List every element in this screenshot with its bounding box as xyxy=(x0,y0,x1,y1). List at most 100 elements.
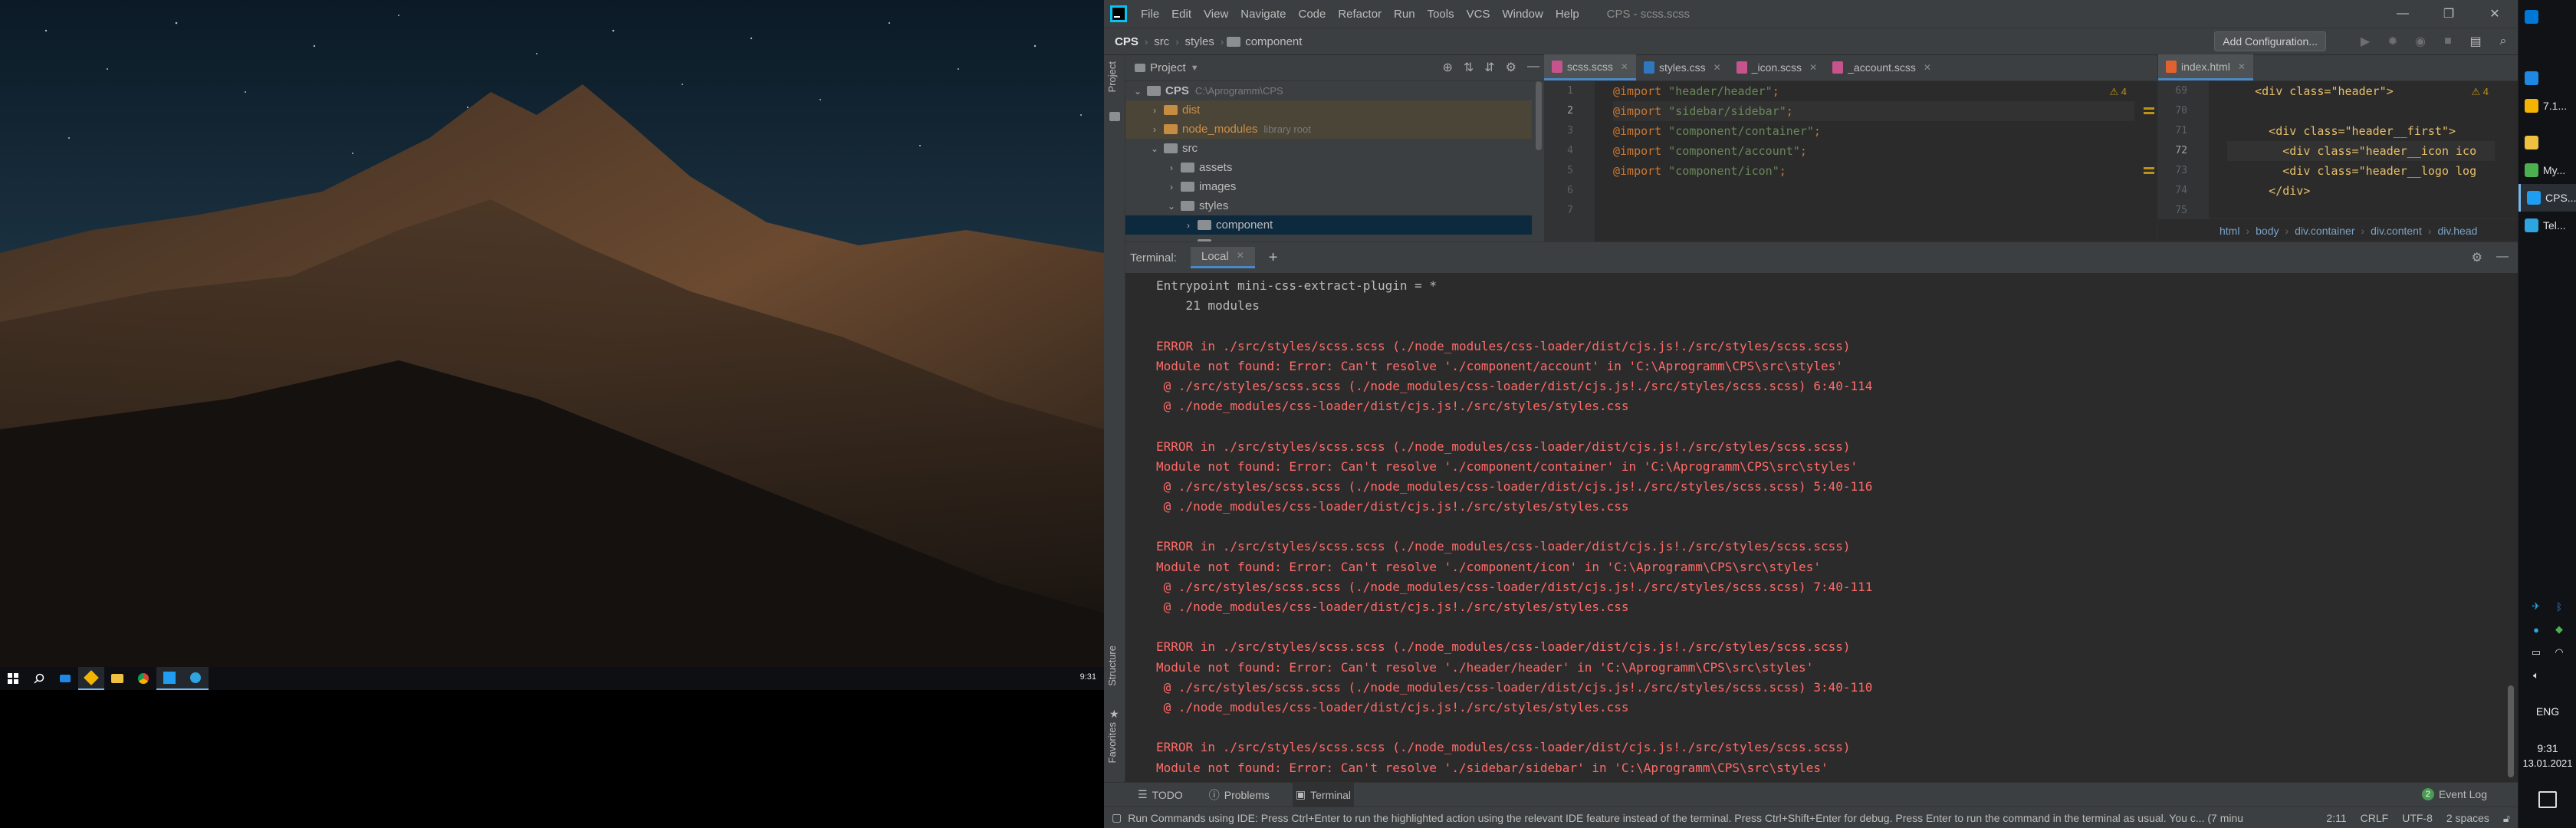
debug-icon[interactable]: ✹ xyxy=(2384,33,2401,50)
close-icon[interactable]: ✕ xyxy=(2472,0,2518,28)
menu-run[interactable]: Run xyxy=(1388,8,1421,21)
breadcrumb-component[interactable]: component xyxy=(1245,35,1308,48)
battery-icon[interactable]: ▭ xyxy=(2528,644,2545,661)
telegram-tray-icon[interactable]: ✈ xyxy=(2528,598,2545,615)
tree-item[interactable]: › dist xyxy=(1125,100,1532,120)
editor-scrollbar[interactable] xyxy=(2144,81,2157,242)
menu-navigate[interactable]: Navigate xyxy=(1234,8,1292,21)
tab-icon-scss[interactable]: _icon.scss ✕ xyxy=(1729,54,1825,80)
menu-edit[interactable]: Edit xyxy=(1165,8,1198,21)
code-line[interactable]: <div class="header__logo log xyxy=(2227,161,2495,181)
tree-item[interactable]: › images xyxy=(1125,177,1532,196)
taskbar-app-button[interactable] xyxy=(2518,64,2576,92)
code-line[interactable] xyxy=(1613,181,2134,201)
warning-marker[interactable] xyxy=(2144,172,2154,174)
menu-code[interactable]: Code xyxy=(1292,8,1332,21)
ide-search-icon[interactable]: ⌕ xyxy=(2495,33,2512,50)
tab-styles-css[interactable]: styles.css ✕ xyxy=(1636,54,1729,80)
breadcrumb-src[interactable]: src xyxy=(1148,35,1175,48)
chevron-right-icon[interactable]: › xyxy=(1165,182,1178,192)
code-line[interactable]: @import "sidebar/sidebar"; xyxy=(1613,101,2134,121)
add-configuration-button[interactable]: Add Configuration... xyxy=(2214,31,2326,51)
taskbar-app-button[interactable]: My... xyxy=(2518,156,2576,184)
settings-gear-icon[interactable]: ⚙ xyxy=(2472,250,2482,265)
chevron-down-icon[interactable]: ⌄ xyxy=(1165,201,1178,212)
clock-time[interactable]: 9:31 xyxy=(2518,742,2576,754)
project-tool-tab[interactable]: Project xyxy=(1106,61,1118,92)
code-lines[interactable]: <div class="header"> <div class="header_… xyxy=(2227,81,2495,221)
event-log-button[interactable]: 2 Event Log xyxy=(2421,788,2487,800)
telegram-icon[interactable] xyxy=(182,667,209,690)
terminal-output[interactable]: Entrypoint mini-css-extract-plugin = * 2… xyxy=(1125,273,2504,782)
tree-item[interactable]: › xyxy=(1125,235,1532,242)
bluetooth-icon[interactable]: ᛒ xyxy=(2551,598,2568,615)
warning-marker[interactable] xyxy=(2144,107,2154,110)
terminal-scrollbar[interactable] xyxy=(2504,273,2518,782)
tree-item[interactable]: › component xyxy=(1125,215,1532,235)
close-tab-icon[interactable]: ✕ xyxy=(1809,62,1817,73)
project-panel-title[interactable]: Project xyxy=(1150,61,1186,74)
lock-icon[interactable]: 🔓︎ xyxy=(2503,812,2510,825)
tab-account-scss[interactable]: _account.scss ✕ xyxy=(1825,54,1939,80)
input-language[interactable]: ENG xyxy=(2518,705,2576,718)
status-message[interactable]: Run Commands using IDE: Press Ctrl+Enter… xyxy=(1128,812,2301,824)
html-crumb[interactable]: body xyxy=(2256,225,2279,237)
menu-tools[interactable]: Tools xyxy=(1421,8,1460,21)
tree-item[interactable]: ⌄ src xyxy=(1125,139,1532,158)
chevron-right-icon[interactable]: › xyxy=(1182,220,1194,231)
favorites-tool-tab[interactable]: Favorites xyxy=(1106,722,1118,763)
shield-icon[interactable]: ◆ xyxy=(2551,621,2568,638)
menu-refactor[interactable]: Refactor xyxy=(1332,8,1388,21)
html-crumb[interactable]: div.head xyxy=(2438,225,2478,237)
explorer-icon[interactable] xyxy=(104,667,130,690)
status-panel-icon[interactable]: ▢ xyxy=(1112,811,1122,824)
close-tab-icon[interactable]: ✕ xyxy=(1714,62,1721,73)
code-line[interactable]: <div class="header__icon ico xyxy=(2227,141,2495,161)
app-tray-icon[interactable]: ● xyxy=(2528,621,2545,638)
tab-index-html[interactable]: index.html ✕ xyxy=(2158,54,2253,80)
restore-icon[interactable]: ❐ xyxy=(2426,0,2472,28)
chevron-down-icon[interactable]: ⌄ xyxy=(1132,86,1144,97)
warning-count[interactable]: ⚠ 4 xyxy=(2110,86,2128,98)
notification-center-icon[interactable] xyxy=(2538,791,2557,808)
project-tree-scrollbar[interactable] xyxy=(1533,81,1544,242)
tree-item[interactable]: ⌄ styles xyxy=(1125,196,1532,215)
code-lines[interactable]: @import "header/header"; @import "sidebar… xyxy=(1613,81,2134,221)
html-crumb[interactable]: html xyxy=(2220,225,2239,237)
mail-icon[interactable] xyxy=(52,667,78,690)
expand-all-icon[interactable]: ⇅ xyxy=(1464,60,1474,75)
settings-gear-icon[interactable]: ⚙ xyxy=(1506,60,1516,75)
editor-scrollbar[interactable] xyxy=(2505,81,2518,219)
code-line[interactable] xyxy=(1613,201,2134,221)
menu-window[interactable]: Window xyxy=(1496,8,1549,21)
ide-icon[interactable] xyxy=(156,667,182,690)
close-tab-icon[interactable]: ✕ xyxy=(1621,61,1628,72)
warning-marker[interactable] xyxy=(2144,167,2154,169)
close-tab-icon[interactable]: ✕ xyxy=(1237,250,1244,263)
menu-file[interactable]: File xyxy=(1135,8,1165,21)
html-crumb[interactable]: div.content xyxy=(2371,225,2422,237)
jetbrains-icon[interactable] xyxy=(78,667,104,690)
chevron-down-icon[interactable]: ⌄ xyxy=(1148,143,1161,154)
taskbar-app-button[interactable]: CPS... xyxy=(2518,184,2576,212)
breadcrumb-styles[interactable]: styles xyxy=(1179,35,1221,48)
html-code-area[interactable]: 69 70 71 72 73 74 75 <div class="header"> <div… xyxy=(2158,81,2518,219)
tree-item[interactable]: › node_modules library root xyxy=(1125,120,1532,139)
wifi-icon[interactable]: ◠ xyxy=(2551,644,2568,661)
menu-view[interactable]: View xyxy=(1198,8,1234,21)
file-encoding[interactable]: UTF-8 xyxy=(2402,812,2433,825)
collapse-all-icon[interactable]: ⇵ xyxy=(1484,60,1494,75)
menu-vcs[interactable]: VCS xyxy=(1460,8,1497,21)
html-crumb[interactable]: div.container xyxy=(2295,225,2354,237)
problems-tool-button[interactable]: ⓘ Problems xyxy=(1206,783,1273,807)
indent-setting[interactable]: 2 spaces xyxy=(2446,812,2489,825)
warning-count[interactable]: ⚠ 4 xyxy=(2472,86,2489,98)
chevron-right-icon[interactable]: › xyxy=(1165,163,1178,173)
terminal-tab-local[interactable]: Local ✕ xyxy=(1190,247,1255,268)
structure-tool-tab[interactable]: Structure xyxy=(1106,646,1118,686)
dropdown-arrow-icon[interactable]: ▼ xyxy=(1191,64,1199,73)
left-clock[interactable]: 9:31 xyxy=(1080,672,1096,682)
todo-tool-button[interactable]: ☰ TODO xyxy=(1135,783,1186,807)
code-line[interactable]: <div class="header"> xyxy=(2227,81,2495,101)
tab-scss-scss[interactable]: scss.scss ✕ xyxy=(1544,54,1636,80)
